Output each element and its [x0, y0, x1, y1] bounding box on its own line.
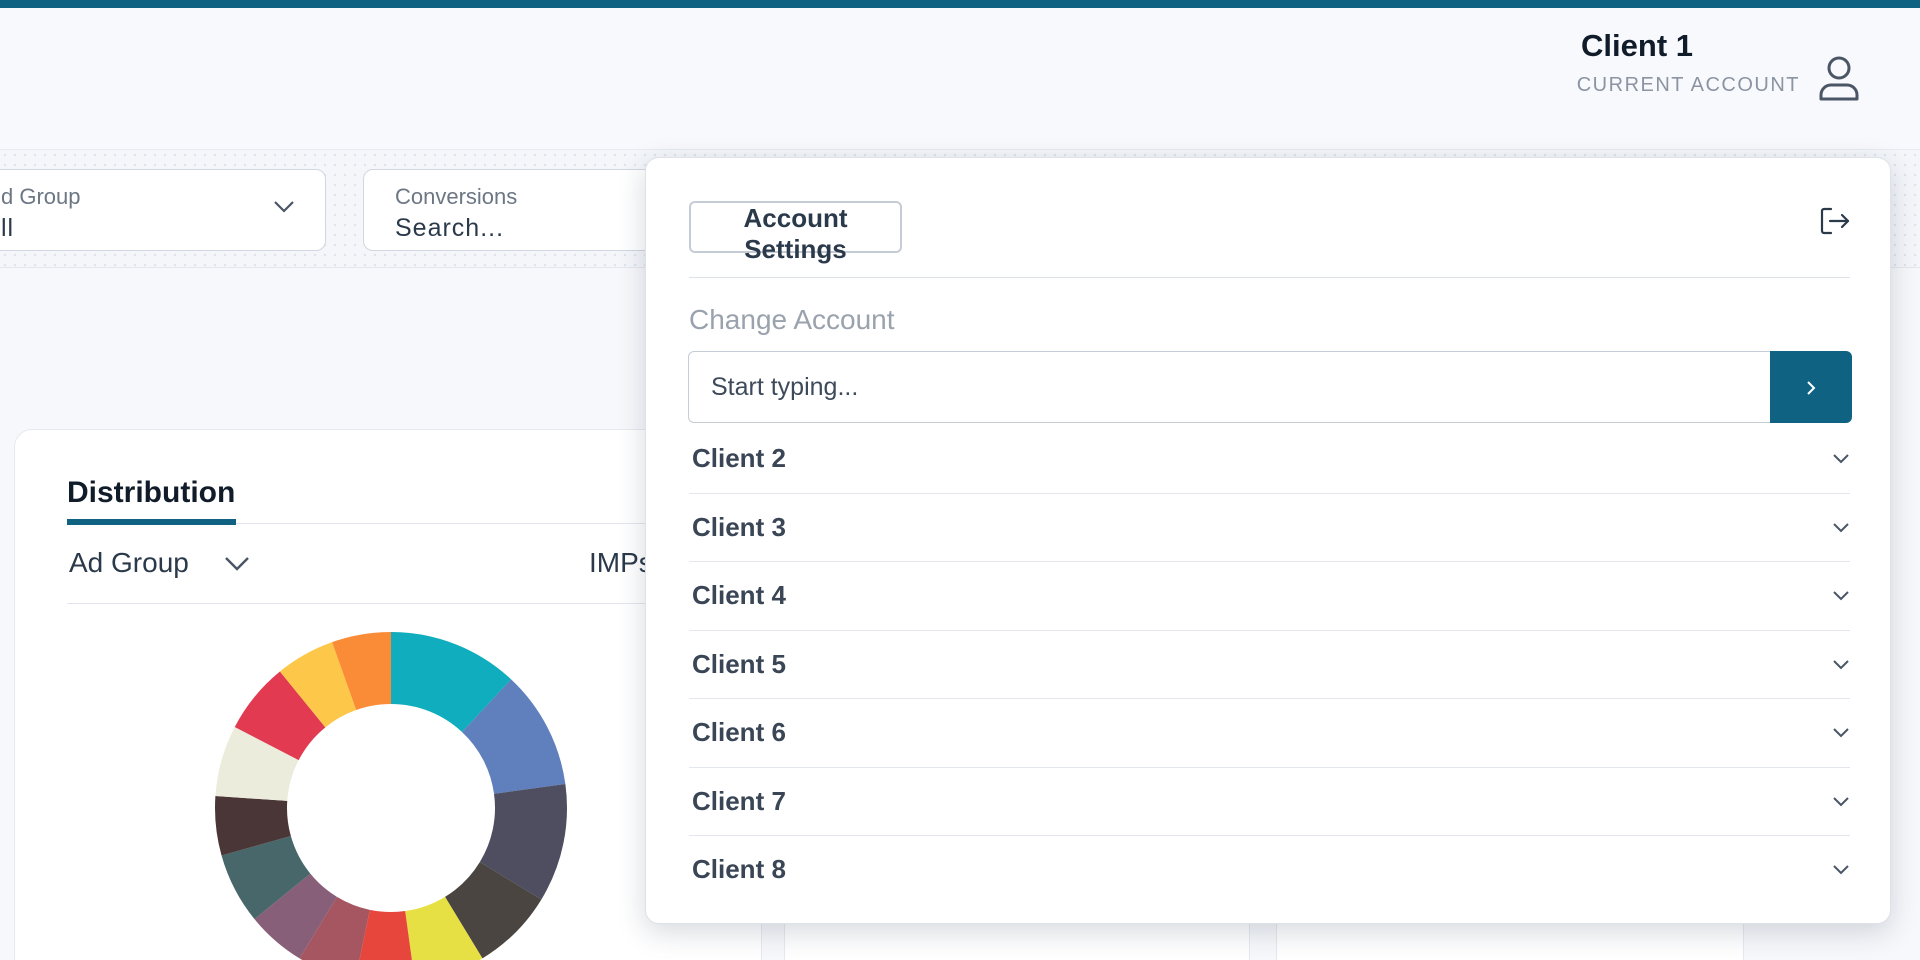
- user-icon[interactable]: [1818, 55, 1860, 101]
- metric-select[interactable]: IMPs: [589, 547, 653, 579]
- client-item[interactable]: Client 6: [689, 699, 1850, 768]
- account-dropdown: Account Settings Change Account Client 2…: [645, 157, 1891, 924]
- chevron-down-icon[interactable]: [224, 556, 250, 572]
- client-item[interactable]: Client 7: [689, 768, 1850, 836]
- chevron-down-icon[interactable]: [1832, 453, 1850, 465]
- group-by-select[interactable]: Ad Group: [69, 547, 189, 579]
- change-account-heading: Change Account: [689, 304, 895, 335]
- ad-group-filter-value: ll: [1, 214, 15, 242]
- top-accent-bar: [0, 0, 1920, 8]
- client-item[interactable]: Client 4: [689, 562, 1850, 631]
- chevron-down-icon[interactable]: [1832, 590, 1850, 602]
- client-name: Client 2: [692, 443, 786, 473]
- client-item[interactable]: Client 8: [689, 836, 1850, 905]
- client-list: Client 2 Client 3 Client 4 Client 5 Client 6…: [689, 425, 1850, 905]
- client-name: Client 4: [692, 580, 786, 610]
- active-tab-indicator: [67, 519, 236, 525]
- client-name: Client 3: [692, 511, 786, 542]
- client-item[interactable]: Client 2: [689, 425, 1850, 494]
- tab-distribution[interactable]: Distribution: [67, 476, 235, 510]
- ad-group-filter-label: d Group: [1, 184, 81, 209]
- conversions-filter-label: Conversions: [395, 184, 518, 209]
- donut-chart: [215, 632, 567, 960]
- client-item[interactable]: Client 5: [689, 631, 1850, 699]
- client-name: Client 5: [692, 648, 786, 679]
- search-submit-button[interactable]: [1770, 351, 1852, 423]
- client-name: Client 8: [692, 854, 786, 884]
- ad-group-filter[interactable]: d Group ll: [0, 169, 326, 251]
- chevron-down-icon: [274, 201, 294, 213]
- client-name: Client 6: [692, 717, 786, 747]
- account-search-input[interactable]: [688, 351, 1774, 423]
- chevron-down-icon[interactable]: [1832, 796, 1850, 808]
- logout-icon[interactable]: [1819, 206, 1851, 236]
- conversions-search-input[interactable]: Search...: [395, 214, 504, 243]
- current-account-caption: CURRENT ACCOUNT: [1576, 74, 1800, 96]
- client-item[interactable]: Client 3: [689, 494, 1850, 562]
- chevron-down-icon[interactable]: [1832, 659, 1850, 671]
- chevron-down-icon[interactable]: [1832, 727, 1850, 739]
- conversions-filter[interactable]: Conversions Search...: [363, 169, 663, 251]
- client-name: Client 7: [692, 785, 786, 816]
- dropdown-divider: [689, 277, 1850, 278]
- chevron-down-icon[interactable]: [1832, 864, 1850, 876]
- chevron-down-icon[interactable]: [1832, 522, 1850, 534]
- current-account-name: Client 1: [1581, 28, 1693, 63]
- account-settings-button[interactable]: Account Settings: [689, 201, 902, 264]
- chevron-right-icon: [1807, 381, 1816, 395]
